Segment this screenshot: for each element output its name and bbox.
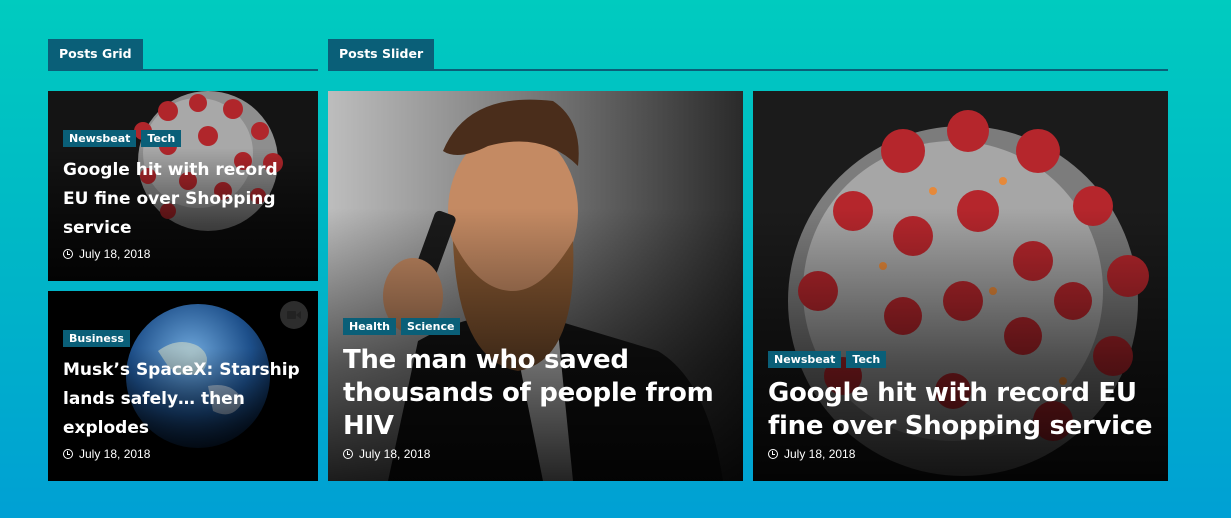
category-badge[interactable]: Science: [400, 318, 461, 335]
post-content: Newsbeat Tech Google hit with record EU …: [63, 130, 304, 261]
category-badges: Business: [63, 330, 304, 347]
post-date-text: July 18, 2018: [79, 247, 151, 261]
post-date-text: July 18, 2018: [359, 447, 431, 461]
clock-icon: [343, 449, 353, 459]
category-badges: Newsbeat Tech: [63, 130, 304, 147]
post-title-link[interactable]: The man who saved thousands of people fr…: [343, 344, 729, 443]
category-badge[interactable]: Tech: [141, 130, 182, 147]
post-date: July 18, 2018: [768, 447, 1154, 461]
clock-icon: [63, 249, 73, 259]
category-badge[interactable]: Newsbeat: [768, 351, 842, 368]
category-badges: Newsbeat Tech: [768, 351, 1154, 368]
post-content: Newsbeat Tech Google hit with record EU …: [768, 351, 1154, 461]
category-badge[interactable]: Tech: [846, 351, 887, 368]
slider-post-card[interactable]: Newsbeat Tech Google hit with record EU …: [753, 91, 1168, 481]
category-badge[interactable]: Health: [343, 318, 396, 335]
post-title-link[interactable]: Google hit with record EU fine over Shop…: [768, 377, 1154, 443]
post-date-text: July 18, 2018: [784, 447, 856, 461]
post-date: July 18, 2018: [63, 247, 304, 261]
category-badge[interactable]: Newsbeat: [63, 130, 137, 147]
post-title-link[interactable]: Musk’s SpaceX: Starship lands safely… th…: [63, 356, 304, 443]
post-content: Health Science The man who saved thousan…: [343, 318, 729, 461]
post-date: July 18, 2018: [63, 447, 304, 461]
posts-slider-header: Posts Slider: [328, 39, 1168, 71]
clock-icon: [768, 449, 778, 459]
posts-grid-header: Posts Grid: [48, 39, 318, 71]
category-badges: Health Science: [343, 318, 729, 335]
grid-post-card[interactable]: Newsbeat Tech Google hit with record EU …: [48, 91, 318, 281]
slider-post-card[interactable]: Health Science The man who saved thousan…: [328, 91, 743, 481]
post-date: July 18, 2018: [343, 447, 729, 461]
post-date-text: July 18, 2018: [79, 447, 151, 461]
post-content: Business Musk’s SpaceX: Starship lands s…: [63, 330, 304, 461]
posts-grid-label: Posts Grid: [48, 39, 143, 69]
video-icon: [280, 301, 308, 329]
posts-slider-label: Posts Slider: [328, 39, 435, 69]
category-badge[interactable]: Business: [63, 330, 130, 347]
clock-icon: [63, 449, 73, 459]
post-title-link[interactable]: Google hit with record EU fine over Shop…: [63, 156, 304, 243]
grid-post-card[interactable]: Business Musk’s SpaceX: Starship lands s…: [48, 291, 318, 481]
